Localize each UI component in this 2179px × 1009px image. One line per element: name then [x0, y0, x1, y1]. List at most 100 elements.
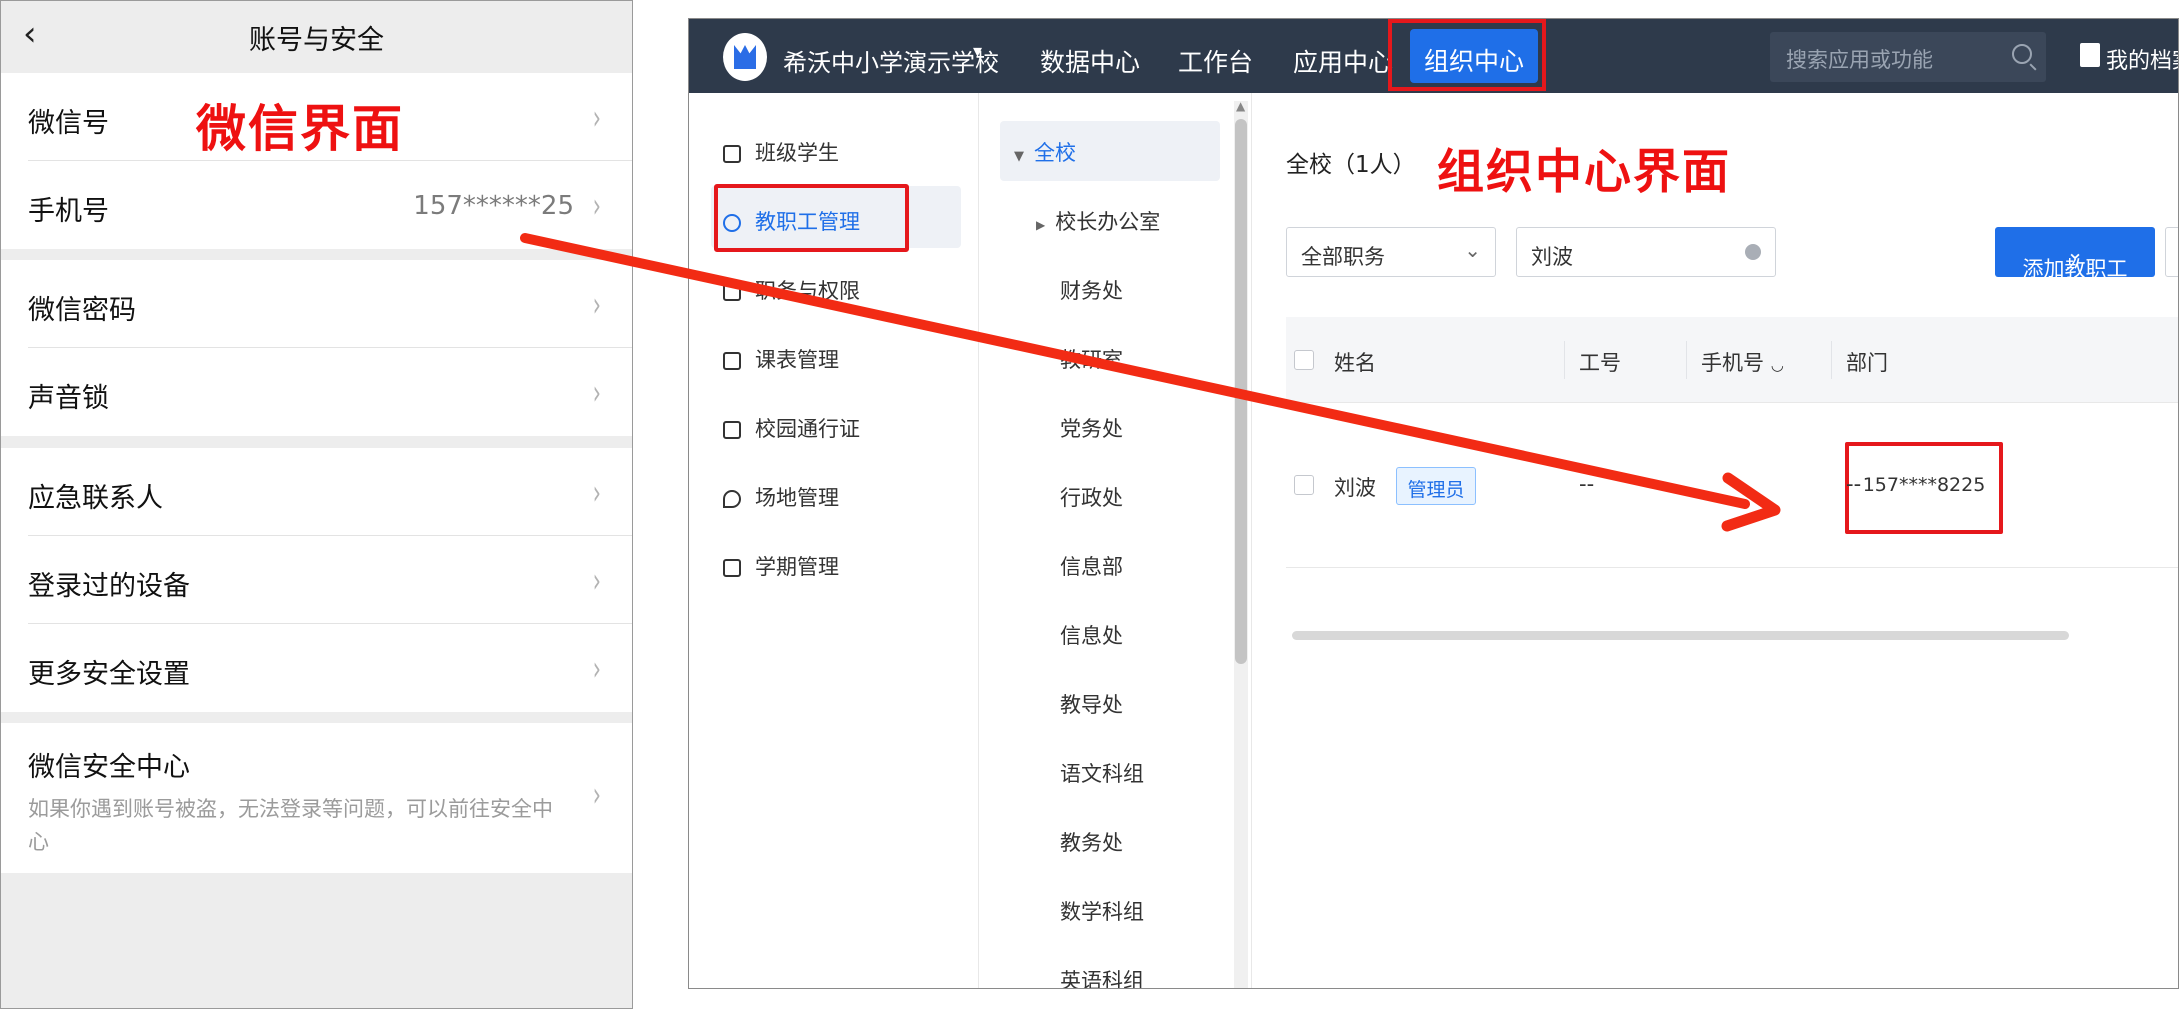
tree-node[interactable]: 教务处 — [1060, 827, 1123, 857]
row-wechat-password[interactable]: 微信密码 › — [1, 260, 632, 348]
nav-app-center[interactable]: 应用中心 — [1293, 43, 1393, 79]
class-icon — [723, 145, 741, 163]
row-label: 微信密码 — [28, 295, 136, 326]
tree-node[interactable]: 英语科组 — [1060, 965, 1144, 988]
wechat-header: ‹ 账号与安全 — [1, 1, 632, 69]
row-logged-devices[interactable]: 登录过的设备 › — [1, 536, 632, 624]
sidebar-item-campus-pass[interactable]: 校园通行证 — [723, 413, 860, 443]
sidebar-item-roles[interactable]: 职务与权限 — [723, 275, 860, 305]
calendar-clock-icon — [723, 559, 741, 577]
row-emergency-contact[interactable]: 应急联系人 › — [1, 448, 632, 536]
tree-node[interactable]: 数学科组 — [1060, 896, 1144, 926]
tree-node[interactable]: 教研室 — [1060, 344, 1123, 374]
sidebar-item-class-students[interactable]: 班级学生 — [723, 137, 839, 167]
horizontal-scrollbar[interactable] — [1292, 631, 2069, 640]
staff-content: 全校（1人） 组织中心界面 全部职务 ⌄ 刘波 添加教职工 ⌄ 姓名 工号 手机… — [1251, 93, 2178, 988]
tree-node[interactable]: 教导处 — [1060, 689, 1123, 719]
tree-scrollbar-thumb[interactable] — [1235, 119, 1247, 664]
add-staff-button[interactable]: 添加教职工 ⌄ — [1995, 227, 2155, 281]
input-value: 刘波 — [1531, 245, 1573, 269]
badge-label: 管理员 — [1407, 479, 1465, 501]
search-placeholder: 搜索应用或功能 — [1786, 48, 1933, 72]
row-phone[interactable]: 手机号 157******25 › — [1, 161, 632, 249]
tree-node[interactable]: 行政处 — [1060, 482, 1123, 512]
scroll-up-arrow-icon[interactable]: ▲ — [1236, 99, 1245, 113]
phone-number: 157****8225 — [1862, 474, 1986, 496]
calendar-icon — [723, 352, 741, 370]
chevron-right-icon: › — [593, 775, 602, 815]
phone-value: 157******25 — [413, 191, 574, 221]
clear-icon[interactable] — [1745, 244, 1761, 260]
role-filter-select[interactable]: 全部职务 ⌄ — [1286, 227, 1496, 277]
nav-data-center[interactable]: 数据中心 — [1040, 43, 1140, 79]
column-header-phone[interactable]: 手机号 ◡ — [1701, 347, 1784, 377]
key-icon — [723, 283, 741, 301]
search-input[interactable]: 搜索应用或功能 — [1770, 32, 2046, 82]
staff-name: 刘波 — [1334, 476, 1376, 500]
tree-node[interactable]: 信息处 — [1060, 620, 1123, 650]
eye-hidden-icon[interactable]: ◡ — [1771, 356, 1784, 374]
column-divider — [1686, 341, 1687, 379]
tree-node[interactable]: 财务处 — [1060, 275, 1123, 305]
row-checkbox[interactable] — [1294, 475, 1314, 495]
search-icon[interactable] — [2012, 44, 2032, 64]
wechat-annotation-label: 微信界面 — [196, 100, 404, 158]
highlight-box-staff — [714, 184, 909, 252]
tree-node[interactable]: 信息部 — [1060, 551, 1123, 581]
org-center-screen: 希沃中小学演示学校 ▾ 数据中心 工作台 应用中心 组织中心 搜索应用或功能 我… — [688, 18, 2179, 989]
caret-down-icon[interactable]: ▼ — [1014, 149, 1024, 164]
row-more-security[interactable]: 更多安全设置 › — [1, 624, 632, 712]
column-header-dept[interactable]: 部门 — [1846, 347, 1888, 377]
menu-label: 职务与权限 — [755, 279, 860, 303]
row-security-center[interactable]: 微信安全中心 如果你遇到账号被盗，无法登录等问题，可以前往安全中心 › — [1, 723, 632, 873]
column-header-job-no[interactable]: 工号 — [1579, 347, 1621, 377]
row-label: 应急联系人 — [28, 483, 163, 514]
chevron-right-icon: › — [593, 186, 602, 226]
menu-label: 课表管理 — [755, 348, 839, 372]
chevron-right-icon: › — [593, 285, 602, 325]
row-voice-lock[interactable]: 声音锁 › — [1, 348, 632, 436]
row-label: 登录过的设备 — [28, 571, 190, 602]
button-label: 添加教职工 ⌄ — [1995, 240, 2155, 281]
settings-group-password: 微信密码 › 声音锁 › — [1, 260, 632, 436]
row-label: 更多安全设置 — [28, 659, 190, 690]
tree-node-root[interactable]: ▼ 全校 — [1014, 137, 1076, 167]
column-divider — [1564, 341, 1565, 379]
menu-label: 校园通行证 — [755, 417, 860, 441]
admin-badge: 管理员 — [1396, 467, 1476, 505]
sidebar-menu: 班级学生 教职工管理 职务与权限 课表管理 校园通行证 场地管理 学期管理 — [689, 93, 979, 988]
row-label: 声音锁 — [28, 383, 109, 414]
page-title: 账号与安全 — [249, 25, 384, 56]
tree-node[interactable]: 语文科组 — [1060, 758, 1144, 788]
school-logo — [723, 33, 767, 81]
nav-workbench[interactable]: 工作台 — [1178, 43, 1253, 79]
caret-right-icon[interactable]: ▶ — [1036, 218, 1045, 232]
caret-down-icon[interactable]: ▾ — [973, 41, 982, 62]
sidebar-item-semester[interactable]: 学期管理 — [723, 551, 839, 581]
menu-label: 场地管理 — [755, 486, 839, 510]
select-value: 全部职务 — [1301, 245, 1385, 269]
row-label: 微信安全中心 — [28, 752, 190, 783]
chevron-right-icon: › — [593, 98, 602, 138]
more-button[interactable] — [2165, 227, 2178, 277]
table-row[interactable]: 刘波 管理员 -- 157****8225 -- — [1286, 403, 2178, 568]
name-search-input[interactable]: 刘波 — [1516, 227, 1776, 277]
sidebar-item-venue[interactable]: 场地管理 — [723, 482, 839, 512]
highlight-box-phone: 157****8225 — [1845, 442, 2003, 534]
chevron-right-icon: › — [593, 561, 602, 601]
chevron-down-icon: ⌄ — [1464, 238, 1481, 262]
sidebar-item-timetable[interactable]: 课表管理 — [723, 344, 839, 374]
my-archive-link[interactable]: 我的档案 — [2106, 43, 2178, 75]
tree-node[interactable]: ▶ 校长办公室 — [1036, 206, 1160, 236]
row-label: 微信号 — [28, 108, 109, 139]
tree-label: 校长办公室 — [1055, 210, 1161, 234]
chevron-right-icon: › — [593, 473, 602, 513]
select-all-checkbox[interactable] — [1294, 350, 1314, 370]
school-name[interactable]: 希沃中小学演示学校 — [783, 43, 999, 78]
chevron-right-icon: › — [593, 373, 602, 413]
column-header-name[interactable]: 姓名 — [1334, 347, 1376, 377]
menu-label: 学期管理 — [755, 555, 839, 579]
archive-icon[interactable] — [2080, 43, 2100, 67]
tree-node[interactable]: 党务处 — [1060, 413, 1123, 443]
department: -- — [1846, 472, 1862, 496]
